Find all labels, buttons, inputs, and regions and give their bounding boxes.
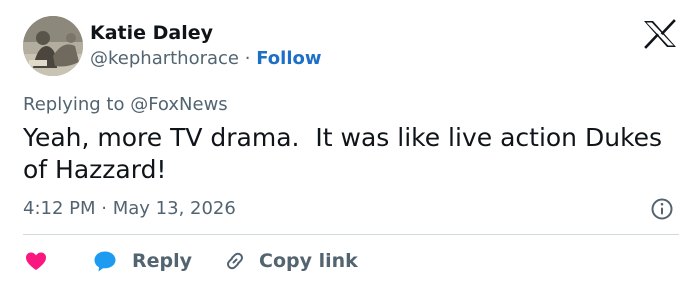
tweet-date: May 13, 2026	[112, 198, 236, 219]
tweet-time: 4:12 PM	[23, 198, 96, 219]
action-bar: Reply Copy link	[24, 246, 358, 276]
author-name[interactable]: Katie Daley	[90, 22, 213, 44]
reply-button[interactable]: Reply	[92, 249, 192, 273]
heart-icon	[26, 252, 46, 270]
copy-link-button[interactable]: Copy link	[223, 249, 358, 273]
avatar[interactable]	[23, 16, 83, 76]
author-handle[interactable]: @kepharthorace	[90, 48, 239, 69]
link-icon	[227, 252, 244, 270]
like-button[interactable]	[24, 249, 48, 273]
reply-label: Reply	[132, 250, 193, 272]
tweet-text: Yeah, more TV drama. It was like live ac…	[23, 123, 671, 184]
handle-separator: ·	[244, 48, 251, 69]
reply-context-prefix: Replying to	[23, 94, 125, 115]
reply-context: Replying to @FoxNews	[23, 94, 228, 115]
x-logo-icon[interactable]	[642, 19, 678, 49]
avatar-photo	[23, 16, 83, 76]
reply-bubble-icon	[94, 251, 116, 272]
info-icon[interactable]	[650, 197, 674, 221]
tweet-timestamp[interactable]: 4:12 PM · May 13, 2026	[23, 198, 236, 219]
timestamp-separator: ·	[101, 198, 107, 219]
divider	[23, 234, 679, 235]
follow-button[interactable]: Follow	[256, 48, 321, 69]
author-handle-row: @kepharthorace · Follow	[90, 48, 322, 69]
copy-link-label: Copy link	[259, 250, 358, 272]
reply-mention-link[interactable]: @FoxNews	[130, 94, 227, 115]
